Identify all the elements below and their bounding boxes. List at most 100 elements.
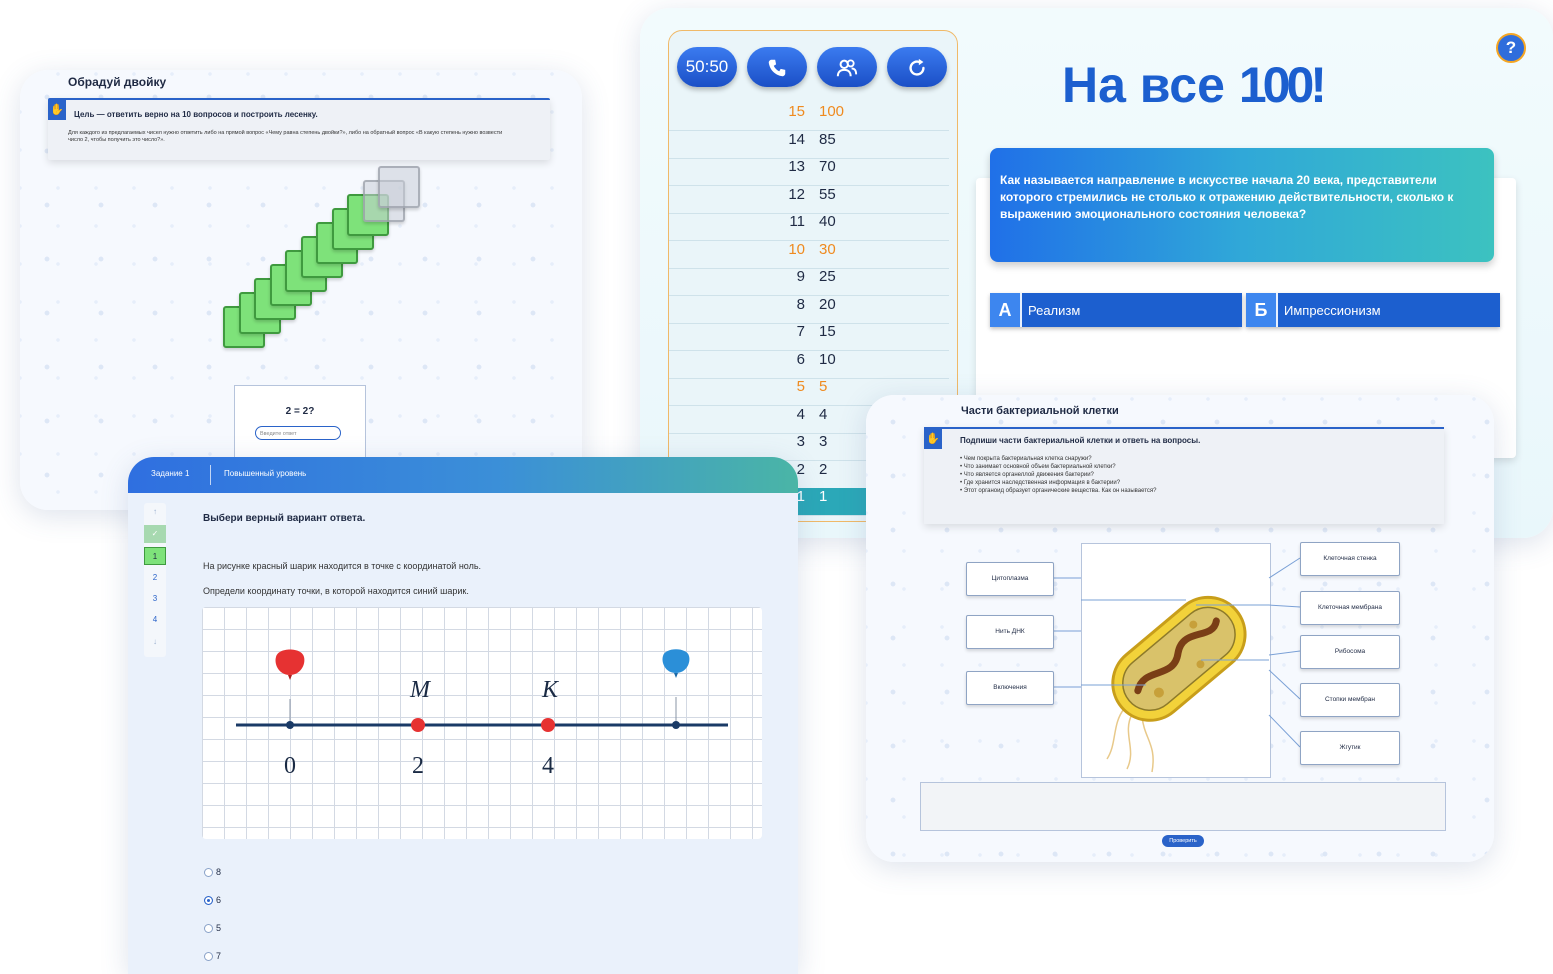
answer-option-a[interactable]: А Реализм (990, 293, 1242, 327)
ladder-prize: 1 (819, 488, 828, 505)
hand-icon: ✋ (48, 100, 66, 120)
task-nav-item[interactable]: 1 (144, 547, 166, 565)
ladder-prize: 15 (819, 323, 836, 340)
task-nav-item[interactable]: 2 (144, 569, 166, 587)
option-letter: Б (1246, 293, 1278, 327)
tab-task-1[interactable]: Задание 1 (151, 469, 189, 478)
label-membrane-stacks[interactable]: Стопки мембран (1300, 683, 1400, 717)
logo-number: 100 (1238, 57, 1314, 113)
phone-icon (768, 59, 786, 76)
ladder-prize: 4 (819, 405, 828, 423)
ladder-level: 6 (796, 350, 805, 368)
ladder-prize: 30 (819, 240, 836, 258)
label-cell-wall[interactable]: Клеточная стенка (1300, 542, 1400, 576)
phone-friend-button[interactable] (747, 47, 807, 87)
description-text: Для каждого из предлагаемых чисел нужно … (68, 130, 503, 143)
ladder-row: 14 85 (669, 131, 949, 159)
ladder-level: 5 (796, 378, 805, 395)
tick-label: 4 (542, 753, 554, 779)
point-blue (672, 721, 680, 729)
option-letter: А (990, 293, 1022, 327)
option-text: Импрессионизм (1284, 303, 1381, 318)
point-k (541, 718, 555, 732)
ladder-level: 15 (788, 103, 805, 120)
audience-help-button[interactable] (817, 47, 877, 87)
ladder-prize: 70 (819, 158, 836, 175)
label-cytoplasm[interactable]: Цитоплазма (966, 562, 1054, 596)
ladder-row: 13 70 (669, 158, 949, 186)
task-tabs: Задание 1 Повышенный уровень (128, 457, 798, 493)
powers-of-two-game-card: Обрадуй двойку ✋ Цель — ответить верно н… (20, 70, 582, 510)
check-button[interactable]: Проверить (1162, 835, 1204, 847)
ladder-prize: 100 (819, 103, 845, 120)
bacteria-labeling-card: Части бактериальной клетки ✋ Подпиши час… (866, 395, 1494, 862)
task-nav-item[interactable]: 3 (144, 590, 166, 608)
point-m (411, 718, 425, 732)
ladder-prize: 55 (819, 185, 836, 203)
ladder-prize: 20 (819, 295, 836, 313)
ladder-level: 9 (796, 268, 805, 285)
number-line-task-card: Задание 1 Повышенный уровень ↑ ✓ 1 2 3 4… (128, 457, 798, 974)
ladder-level: 7 (796, 323, 805, 340)
answer-option-b[interactable]: Б Импрессионизм (1246, 293, 1500, 327)
ladder-row: 12 55 (669, 186, 949, 214)
ladder-prize: 5 (819, 378, 828, 395)
instructions-panel: ✋ Цель — ответить верно на 10 вопросов и… (48, 98, 550, 160)
card-title: Обрадуй двойку (68, 75, 167, 89)
logo-text: На все (1062, 57, 1225, 113)
ladder-prize: 25 (819, 268, 836, 285)
answer-radio[interactable]: 6 (204, 895, 221, 906)
blue-balloon (662, 649, 690, 673)
ladder-level: 4 (796, 405, 805, 423)
label-inclusions[interactable]: Включения (966, 671, 1054, 705)
ladder-level: 14 (788, 130, 805, 148)
equation-text: 2 = 2? (285, 406, 315, 417)
point-zero (286, 721, 294, 729)
arrow-up-icon[interactable]: ↑ (144, 503, 166, 521)
answer-radio[interactable]: 8 (204, 867, 221, 878)
task-heading: Выбери верный вариант ответа. (203, 513, 366, 524)
restart-button[interactable] (887, 47, 947, 87)
ladder-prize: 2 (819, 460, 828, 478)
stair-step (378, 166, 420, 208)
tab-divider (210, 465, 211, 485)
answer-input[interactable]: Введите ответ (255, 426, 341, 440)
answer-radio[interactable]: 7 (204, 951, 221, 962)
label-flagellum[interactable]: Жгутик (1300, 731, 1400, 765)
label-cell-membrane[interactable]: Клеточная мембрана (1300, 591, 1400, 625)
number-line: M K 0 2 4 (236, 649, 728, 779)
ladder-row: 8 20 (669, 296, 949, 324)
ladder-row: 11 40 (669, 213, 949, 241)
task-nav-item[interactable]: 4 (144, 611, 166, 629)
ladder-row: 6 10 (669, 351, 949, 379)
audience-icon (836, 58, 858, 76)
option-text: Реализм (1028, 303, 1081, 318)
logo-suffix: ! (1310, 57, 1327, 113)
label-dna[interactable]: Нить ДНК (966, 615, 1054, 649)
ladder-level: 3 (796, 433, 805, 450)
game-logo: На все 100! (1062, 56, 1327, 114)
arrow-down-icon[interactable]: ↓ (144, 633, 166, 651)
task-text: Определи координату точки, в которой нах… (203, 586, 469, 596)
number-line-plot: M K 0 2 4 (202, 607, 762, 839)
answer-radio[interactable]: 5 (204, 923, 221, 934)
label-ribosome[interactable]: Рибосома (1300, 635, 1400, 669)
ladder-prize: 85 (819, 130, 836, 148)
ladder-row: 15 100 (669, 103, 949, 131)
help-button[interactable]: ? (1496, 33, 1526, 63)
check-icon: ✓ (144, 525, 166, 543)
label-m: M (409, 677, 432, 703)
answer-textarea[interactable] (920, 782, 1446, 831)
ladder-prize: 10 (819, 350, 836, 368)
ladder-row: 7 15 (669, 323, 949, 351)
fifty-fifty-button[interactable]: 50:50 (677, 47, 737, 87)
ladder-level: 10 (788, 240, 805, 258)
tick-label: 2 (412, 753, 424, 779)
task-text: На рисунке красный шарик находится в точ… (203, 561, 482, 571)
tab-advanced-level[interactable]: Повышенный уровень (224, 469, 306, 478)
question-text: Как называется направление в искусстве н… (990, 148, 1494, 262)
ladder-level: 11 (789, 213, 805, 230)
refresh-icon (909, 58, 925, 76)
goal-text: Цель — ответить верно на 10 вопросов и п… (74, 110, 318, 119)
task-navigation: ↑ ✓ 1 2 3 4 ↓ (144, 503, 166, 657)
